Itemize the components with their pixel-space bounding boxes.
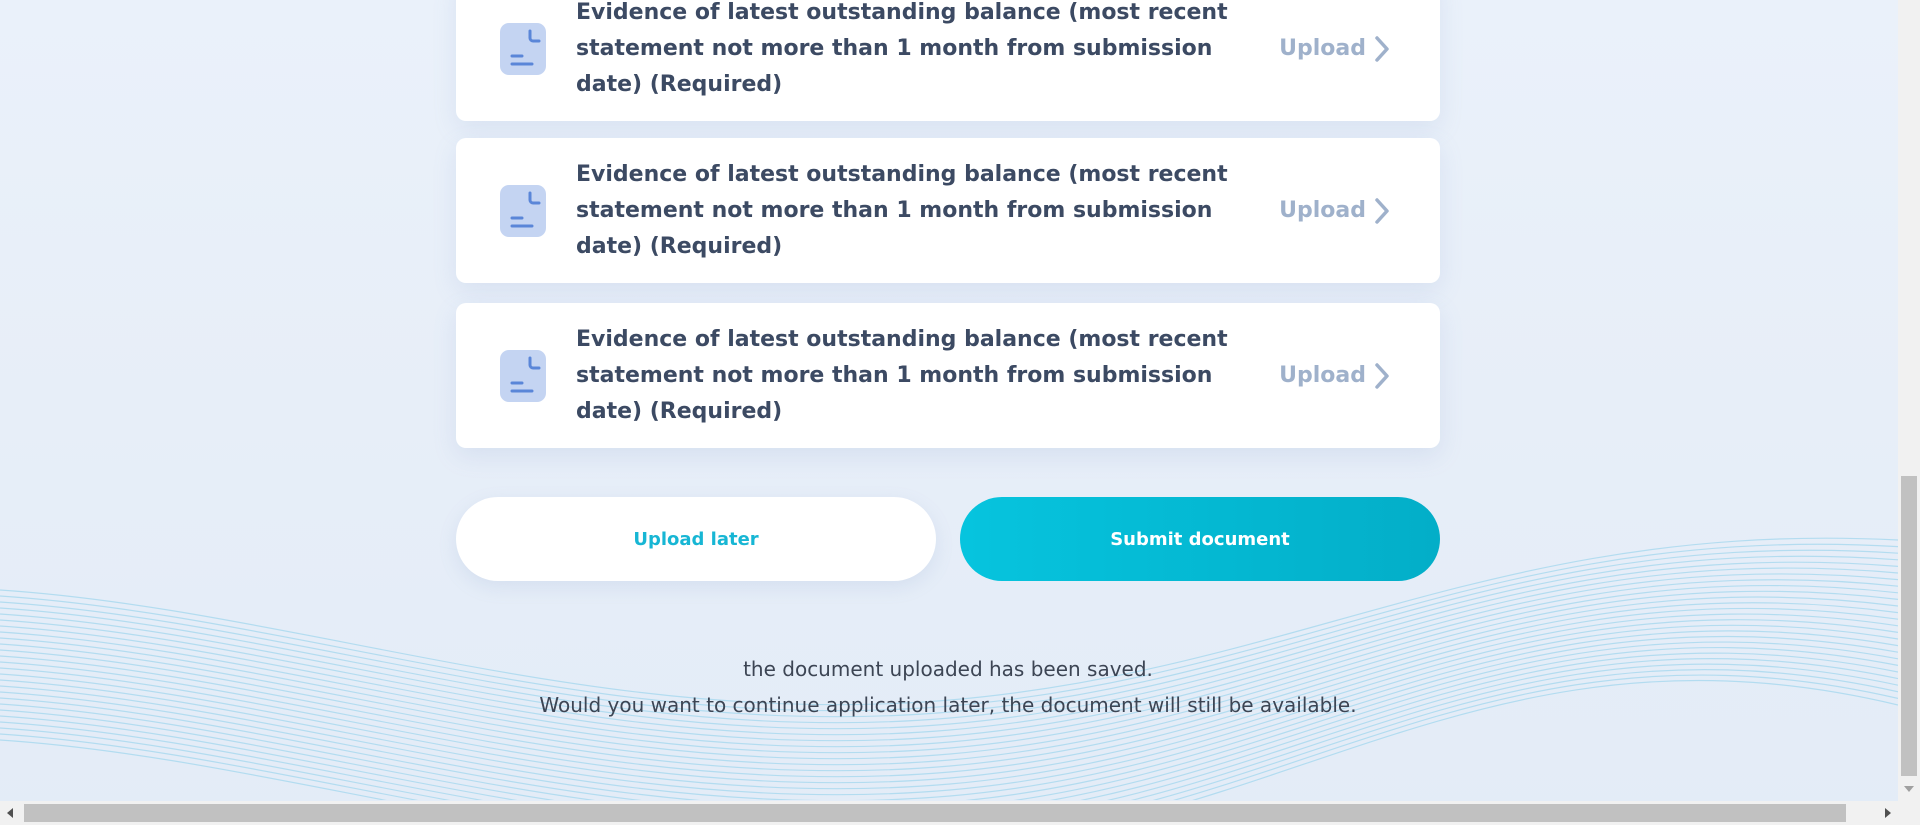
scroll-left-icon[interactable]: [0, 801, 20, 825]
horizontal-scroll-thumb[interactable]: [24, 804, 1846, 822]
document-card: Evidence of latest outstanding balance (…: [456, 303, 1440, 448]
vertical-scroll-thumb[interactable]: [1901, 476, 1917, 776]
document-card: Evidence of latest outstanding balance (…: [456, 0, 1440, 121]
continue-later-note: Would you want to continue application l…: [539, 693, 1357, 717]
chevron-right-icon: [1375, 362, 1389, 389]
background-waves: [0, 537, 1898, 800]
vertical-scrollbar[interactable]: [1898, 0, 1920, 825]
upload-link[interactable]: Upload: [1279, 362, 1390, 390]
document-title: Evidence of latest outstanding balance (…: [576, 161, 1228, 259]
upload-label: Upload: [1279, 36, 1366, 61]
scroll-right-icon[interactable]: [1878, 801, 1898, 825]
upload-label: Upload: [1279, 198, 1366, 223]
document-icon: [500, 184, 546, 237]
document-icon: [500, 349, 546, 402]
chevron-right-icon: [1375, 197, 1389, 224]
upload-label: Upload: [1279, 363, 1366, 388]
horizontal-scrollbar[interactable]: [0, 801, 1898, 825]
submit-document-button[interactable]: Submit document: [960, 497, 1440, 581]
upload-later-button[interactable]: Upload later: [456, 497, 936, 581]
document-icon: [500, 22, 546, 75]
document-title: Evidence of latest outstanding balance (…: [576, 0, 1228, 97]
chevron-right-icon: [1375, 35, 1389, 62]
scroll-down-icon[interactable]: [1898, 778, 1920, 800]
upload-link[interactable]: Upload: [1279, 35, 1390, 63]
upload-link[interactable]: Upload: [1279, 197, 1390, 225]
page-viewport: Evidence of latest outstanding balance (…: [0, 0, 1898, 801]
saved-note: the document uploaded has been saved.: [743, 657, 1153, 681]
document-title: Evidence of latest outstanding balance (…: [576, 326, 1228, 424]
document-card: Evidence of latest outstanding balance (…: [456, 138, 1440, 283]
